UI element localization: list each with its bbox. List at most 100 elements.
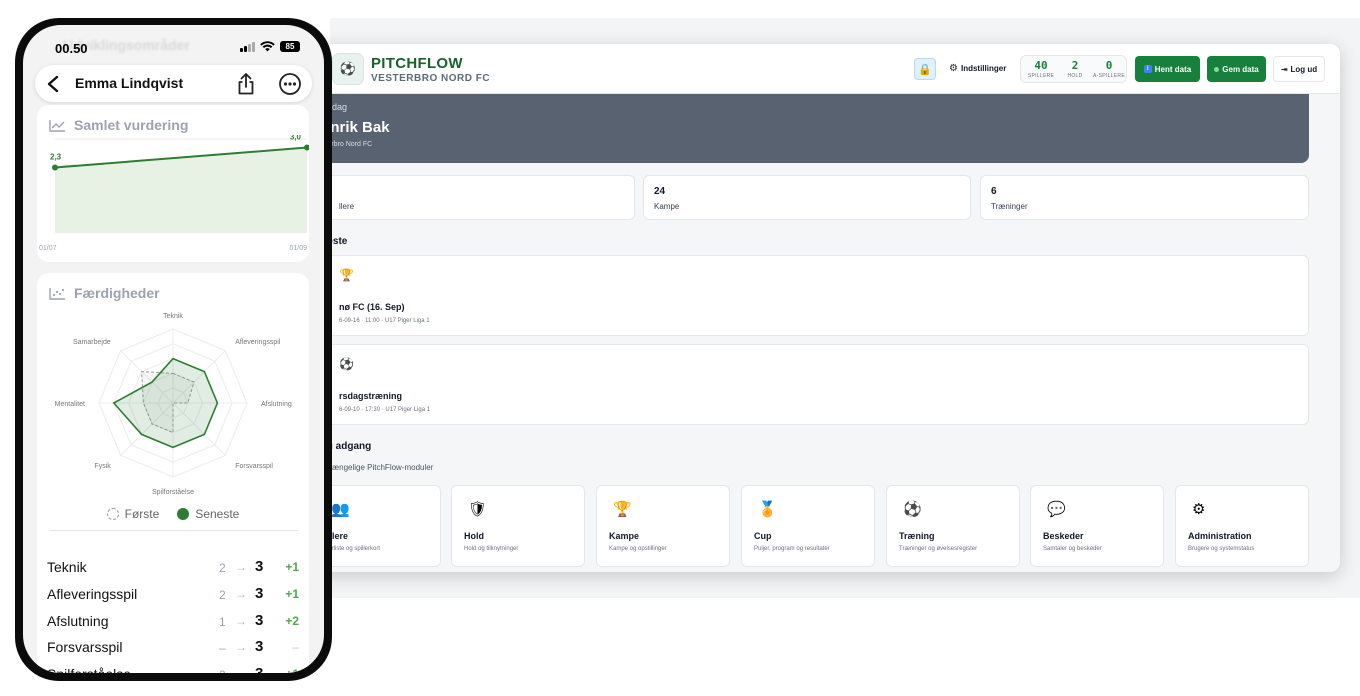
- arrow-right-icon: →: [235, 640, 247, 655]
- dashed-circle-icon: [106, 508, 119, 520]
- skill-delta: +1: [285, 586, 299, 601]
- module-card[interactable]: 💬 Beskeder Samtaler og beskeder: [1030, 485, 1164, 567]
- module-card[interactable]: 🏅 Cup Puljer, program og resultater: [741, 485, 875, 567]
- fetch-data-button[interactable]: i Hent data: [1135, 56, 1200, 82]
- divider: [49, 530, 299, 531]
- event-card-training[interactable]: ⚽ rsdagstræning 6-09-10 · 17:30 · U17 Pi…: [314, 344, 1309, 425]
- module-subtitle: Puljer, program og resultater: [754, 546, 830, 552]
- phone-frame: Udviklingsområder 00.50 85 Emma Lindqvis…: [15, 18, 332, 681]
- skill-name: Afleveringsspil: [47, 585, 138, 602]
- skill-delta: +2: [285, 613, 299, 628]
- logout-button[interactable]: ⇥ Log ud: [1273, 56, 1325, 82]
- skill-first-score: 2: [219, 587, 226, 602]
- module-title: Træning: [899, 531, 935, 541]
- status-dot-icon: [1214, 66, 1220, 72]
- module-title: Administration: [1188, 531, 1252, 541]
- arrow-right-icon: →: [235, 560, 247, 574]
- rating-data-label: 3,0: [290, 135, 302, 142]
- back-button[interactable]: [37, 68, 68, 99]
- save-data-button[interactable]: Gem data: [1207, 56, 1266, 82]
- brand-title: PITCHFLOW: [371, 55, 463, 72]
- radar-axis-label: Afslutning: [261, 401, 292, 408]
- skill-first-score: 2: [219, 668, 226, 673]
- ball-icon: ⚽: [339, 61, 357, 76]
- ellipsis-icon: [279, 73, 301, 95]
- arrow-right-icon: →: [235, 613, 247, 628]
- module-icon: 💬: [1047, 501, 1066, 518]
- skill-row[interactable]: Afslutning 1 → 3 +2: [47, 609, 299, 633]
- event-title: nø FC (16. Sep): [339, 302, 405, 312]
- club-name: VESTERBRO NORD FC: [371, 73, 491, 84]
- module-subtitle: lerliste og spillerkort: [327, 546, 381, 552]
- event-meta: 6-09-10 · 17:30 · U17 Piger Liga 1: [339, 407, 431, 413]
- stat-card-trainings[interactable]: 6 Træninger: [980, 175, 1309, 220]
- phone-screen: Udviklingsområder 00.50 85 Emma Lindqvis…: [23, 25, 324, 673]
- skill-latest-score: 3: [255, 558, 264, 575]
- radar-axis-label: Spilforståelse: [152, 488, 194, 496]
- radar-axis-label: Samarbejde: [73, 339, 111, 346]
- module-icon: ⚽: [903, 501, 922, 518]
- trend-icon: [49, 119, 65, 132]
- skill-row[interactable]: Teknik 2 → 3 +1: [47, 555, 299, 579]
- overall-rating-chart: 2,3 01/07 3,0 01/09: [39, 135, 309, 252]
- skills-header: Færdigheder: [49, 285, 160, 301]
- info-icon: i: [1143, 65, 1152, 73]
- skill-row[interactable]: Spilforståelse 2 → 3 +1: [47, 662, 299, 673]
- module-card[interactable]: ⚽ Træning Træninger og øvelsesregister: [886, 485, 1020, 567]
- radar-axis-label: Teknik: [163, 313, 183, 320]
- overall-rating-card: Samlet vurdering 2,3 01/07 3,0 01/09: [37, 105, 309, 262]
- skill-latest-score: 3: [255, 611, 264, 629]
- module-subtitle: Samtaler og beskeder: [1043, 546, 1102, 552]
- wifi-icon: [260, 41, 275, 52]
- skill-delta: –: [292, 640, 299, 655]
- rating-area: [55, 147, 307, 233]
- stat-a-players: 0 A-SPILLERE: [1093, 59, 1125, 79]
- share-icon: [238, 73, 254, 95]
- module-icon: 🏆: [613, 501, 632, 518]
- event-title: rsdagstræning: [339, 391, 403, 401]
- module-title: Beskeder: [1043, 531, 1084, 541]
- module-subtitle: Kampe og opstillinger: [609, 546, 667, 552]
- lock-button[interactable]: 🔒: [914, 58, 936, 80]
- stat-teams: 2 HOLD: [1067, 59, 1083, 79]
- stats-summary: 40 SPILLERE 2 HOLD 0 A-SPILLERE: [1020, 55, 1127, 83]
- module-card[interactable]: 👥 illere lerliste og spillerkort: [314, 485, 441, 567]
- skill-name: Spilforståelse: [47, 666, 131, 673]
- module-card[interactable]: 🏆 Kampe Kampe og opstillinger: [596, 485, 730, 567]
- radar-axis-label: Mentalitet: [55, 401, 85, 408]
- module-card[interactable]: 🛡 Hold Hold og tilknytninger: [451, 485, 585, 567]
- skill-latest-score: 3: [255, 638, 264, 656]
- stage: ⚽ PITCHFLOW VESTERBRO NORD FC 🔒 ⚙ Indsti…: [0, 0, 1360, 696]
- skill-first-score: 2: [219, 561, 226, 575]
- filled-circle-icon: [177, 508, 190, 520]
- club-logo: ⚽: [332, 53, 364, 85]
- skill-latest-score: 3: [255, 665, 263, 673]
- module-card[interactable]: ⚙ Administration Brugere og systemstatus: [1175, 485, 1309, 567]
- skill-row[interactable]: Afleveringsspil 2 → 3 +1: [47, 582, 299, 606]
- gear-icon: ⚙: [949, 63, 958, 74]
- more-button[interactable]: [275, 69, 305, 99]
- radar-axis-label: Fysik: [94, 463, 111, 470]
- x-tick-label: 01/07: [39, 245, 57, 252]
- radar-axis-label: Afleveringsspil: [235, 339, 281, 346]
- chevron-left-icon: [47, 75, 58, 92]
- skill-latest-score: 3: [255, 584, 264, 602]
- quick-access-subtitle: ilgængelige PitchFlow-moduler: [324, 463, 434, 472]
- stat-card-players[interactable]: llere: [314, 175, 635, 220]
- status-icons: 85: [240, 41, 300, 52]
- skill-row[interactable]: Forsvarsspil – → 3–: [47, 635, 299, 659]
- module-subtitle: Hold og tilknytninger: [464, 546, 519, 552]
- settings-button[interactable]: ⚙ Indstillinger: [949, 63, 1006, 74]
- module-title: Kampe: [609, 531, 640, 541]
- module-icon: 🛡: [468, 501, 488, 518]
- skill-first-score: –: [219, 641, 226, 656]
- skills-radar-chart: Teknik Afleveringsspil Afslutning Forsvarss…: [55, 313, 292, 496]
- share-button[interactable]: [231, 69, 261, 99]
- radar-legend: Første Seneste: [37, 507, 309, 521]
- user-name: enrik Bak: [322, 119, 390, 136]
- rating-data-label: 2,3: [50, 152, 62, 161]
- desktop-window: ⚽ PITCHFLOW VESTERBRO NORD FC 🔒 ⚙ Indsti…: [300, 44, 1340, 572]
- module-title: Hold: [464, 531, 484, 541]
- event-card-match[interactable]: 🏆 nø FC (16. Sep) 6-09-16 · 11:00 · U17 …: [314, 255, 1309, 336]
- stat-card-matches[interactable]: 24 Kampe: [643, 175, 971, 220]
